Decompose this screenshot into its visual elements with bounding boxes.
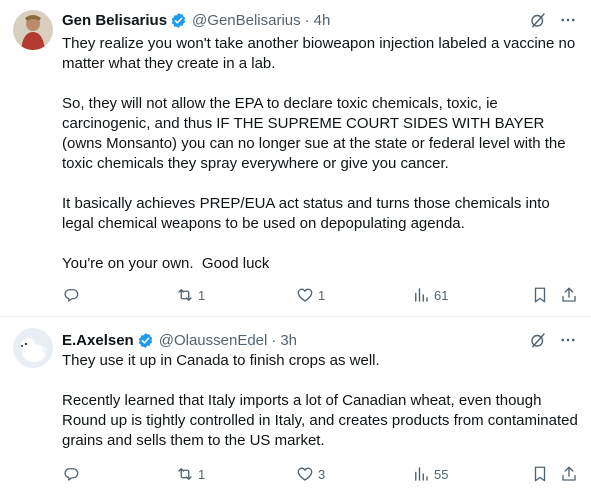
views-button[interactable]: 55 [412, 464, 448, 484]
like-icon [297, 467, 313, 481]
bookmark-icon [534, 287, 546, 303]
like-count: 3 [318, 466, 326, 482]
share-button[interactable] [560, 285, 578, 305]
tweet[interactable]: Gen Belisarius @GenBelisarius · 4h They … [0, 0, 591, 316]
views-button[interactable]: 61 [412, 285, 448, 305]
verified-badge-icon [170, 12, 187, 29]
retweet-count: 1 [198, 466, 206, 482]
more-icon[interactable] [559, 11, 577, 29]
views-count: 55 [434, 466, 449, 482]
grok-icon[interactable] [529, 11, 547, 29]
reply-icon [64, 468, 79, 481]
reply-icon [64, 289, 79, 302]
timestamp[interactable]: 4h [314, 12, 331, 29]
reply-button[interactable] [62, 285, 84, 305]
header-separator: · [304, 11, 310, 29]
tweet-paragraph: So, they will not allow the EPA to decla… [62, 95, 570, 172]
retweet-button[interactable]: 1 [176, 285, 205, 305]
more-icon[interactable] [559, 331, 577, 349]
share-icon [562, 466, 576, 481]
like-icon [297, 288, 313, 302]
timestamp[interactable]: 3h [280, 332, 297, 349]
views-icon [415, 288, 428, 302]
tweet-header: E.Axelsen @OlaussenEdel · 3h [62, 330, 297, 350]
tweet-paragraph: You're on your own. Good luck [62, 255, 270, 272]
avatar[interactable] [13, 10, 53, 50]
action-bar: 1 1 61 [62, 285, 582, 305]
author-name[interactable]: E.Axelsen [62, 332, 134, 349]
tweet-paragraph: It basically achieves PREP/EUA act statu… [62, 195, 554, 232]
retweet-button[interactable]: 1 [176, 464, 205, 484]
reply-button[interactable] [62, 464, 84, 484]
share-button[interactable] [560, 464, 578, 484]
views-icon [415, 467, 428, 481]
grok-icon[interactable] [529, 331, 547, 349]
tweet-text: They realize you won't take another biow… [62, 34, 582, 274]
tweet-text: They use it up in Canada to finish crops… [62, 351, 582, 451]
retweet-count: 1 [198, 287, 206, 303]
views-count: 61 [434, 287, 449, 303]
bookmark-button[interactable] [531, 464, 549, 484]
action-bar: 1 3 55 [62, 464, 582, 484]
bookmark-icon [534, 466, 546, 482]
tweet-paragraph: Recently learned that Italy imports a lo… [62, 392, 583, 449]
like-button[interactable]: 1 [296, 285, 325, 305]
retweet-icon [178, 468, 192, 480]
verified-badge-icon [137, 332, 154, 349]
tweet-paragraph: They use it up in Canada to finish crops… [62, 352, 380, 369]
like-button[interactable]: 3 [296, 464, 325, 484]
header-separator: · [271, 331, 277, 349]
bookmark-button[interactable] [531, 285, 549, 305]
like-count: 1 [318, 287, 326, 303]
author-handle[interactable]: @GenBelisarius [192, 12, 301, 29]
retweet-icon [178, 289, 192, 301]
tweet[interactable]: E.Axelsen @OlaussenEdel · 3h They use it… [0, 316, 591, 493]
author-handle[interactable]: @OlaussenEdel [159, 332, 268, 349]
avatar[interactable] [13, 328, 53, 368]
tweet-paragraph: They realize you won't take another biow… [62, 35, 580, 72]
author-name[interactable]: Gen Belisarius [62, 12, 167, 29]
tweet-header: Gen Belisarius @GenBelisarius · 4h [62, 10, 330, 30]
share-icon [562, 287, 576, 302]
